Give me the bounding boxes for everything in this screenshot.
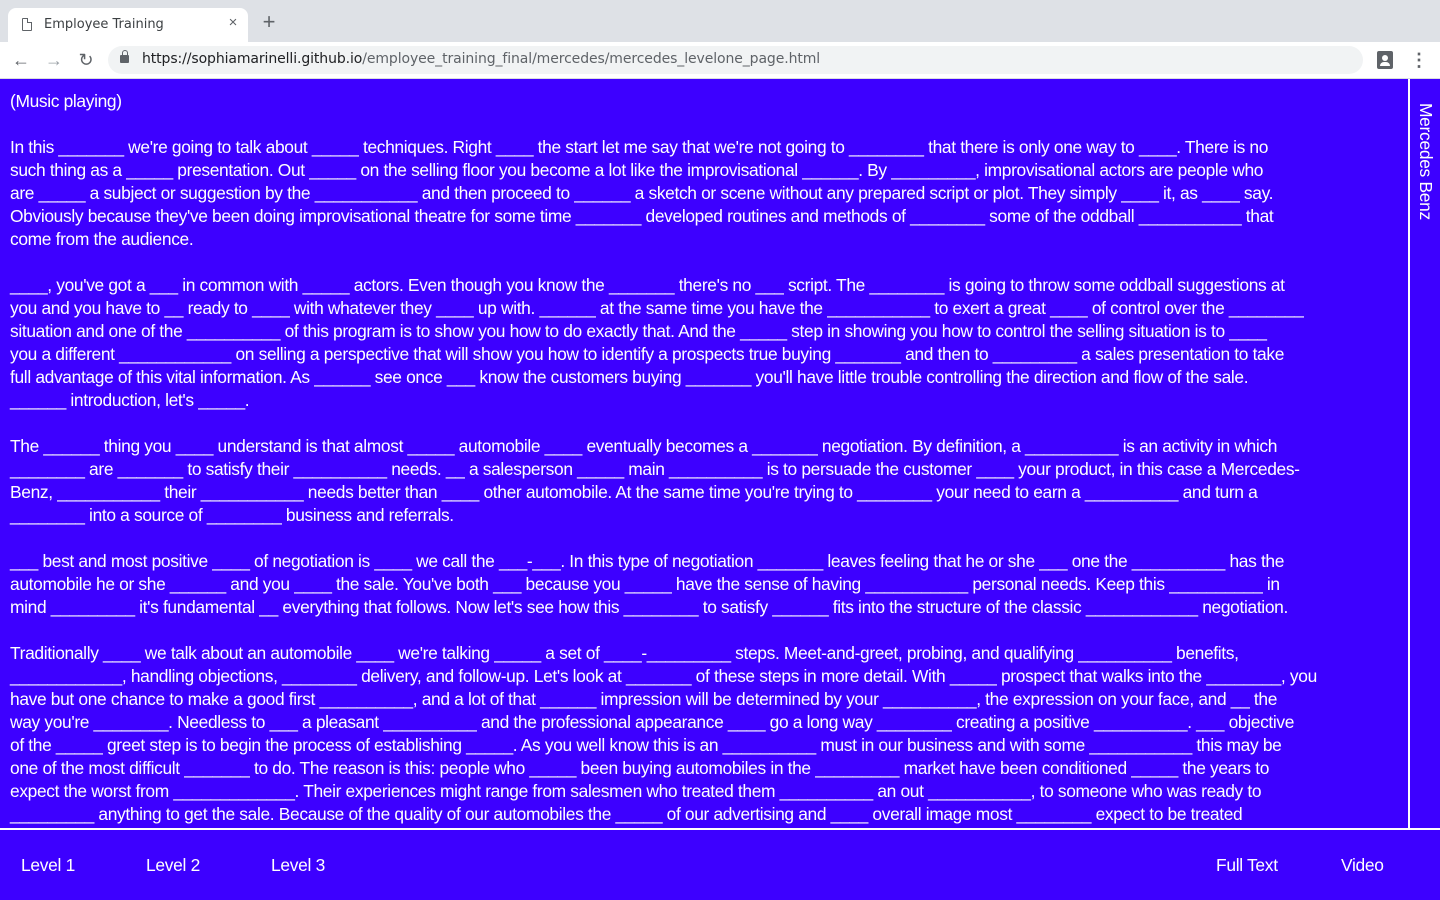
browser-tab-strip: Employee Training × + <box>0 0 1440 42</box>
transcript-line: Traditionally ____ we talk about an auto… <box>10 643 1239 663</box>
transcript-line: have but one chance to make a good first… <box>10 689 1278 709</box>
nav-level-3[interactable]: Level 3 <box>271 855 325 876</box>
transcript-line: you a different ____________ on selling … <box>10 344 1285 364</box>
transcript-line: of the _____ greet step is to begin the … <box>10 735 1282 755</box>
nav-level-1[interactable]: Level 1 <box>21 855 75 876</box>
transcript-paragraph: Traditionally ____ we talk about an auto… <box>10 642 1317 828</box>
transcript-line: expect the worst from _____________. The… <box>10 781 1262 801</box>
transcript-line: mind _________ it's fundamental __ every… <box>10 597 1288 617</box>
browser-menu-icon[interactable]: ⋮ <box>1410 50 1428 70</box>
document-icon <box>22 18 32 31</box>
transcript-paragraph: ____, you've got a ___ in common with __… <box>10 274 1304 412</box>
transcript-line: automobile he or she ______ and you ____… <box>10 574 1280 594</box>
transcript-line: ________ are _______ to satisfy their __… <box>10 459 1300 479</box>
close-tab-icon[interactable]: × <box>224 14 242 32</box>
transcript-line: you and you have to __ ready to ____ wit… <box>10 298 1304 318</box>
transcript-line: way you're ________. Needless to ___ a p… <box>10 712 1295 732</box>
transcript-line: The ______ thing you ____ understand is … <box>10 436 1278 456</box>
nav-video[interactable]: Video <box>1341 855 1384 876</box>
transcript-line: full advantage of this vital information… <box>10 367 1249 387</box>
forward-button[interactable]: → <box>42 48 66 72</box>
transcript-paragraph: The ______ thing you ____ understand is … <box>10 435 1300 527</box>
bottom-nav: Level 1 Level 2 Level 3 Full Text Video <box>0 828 1440 900</box>
transcript-line: ______ introduction, let's _____. <box>10 390 250 410</box>
reload-button[interactable]: ↻ <box>74 48 98 72</box>
lock-icon <box>120 50 129 63</box>
browser-tab[interactable]: Employee Training × <box>8 8 248 42</box>
transcript-line: come from the audience. <box>10 229 194 249</box>
transcript-line: _________ anything to get the sale. Beca… <box>10 804 1243 824</box>
transcript-content: (Music playing) In this _______ we're go… <box>0 79 1408 828</box>
side-title: Mercedes Benz <box>1416 103 1436 220</box>
transcript-paragraph: In this _______ we're going to talk abou… <box>10 136 1274 251</box>
back-button[interactable]: ← <box>9 48 33 72</box>
page: (Music playing) In this _______ we're go… <box>0 79 1440 900</box>
transcript-line: Obviously because they've been doing imp… <box>10 206 1274 226</box>
address-bar[interactable]: https://sophiamarinelli.github.io/employ… <box>108 46 1363 74</box>
transcript-line: such thing as a _____ presentation. Out … <box>10 160 1264 180</box>
transcript-line: ____________, handling objections, _____… <box>10 666 1317 686</box>
url-host: https://sophiamarinelli.github.io <box>142 51 363 67</box>
browser-toolbar: ← → ↻ https://sophiamarinelli.github.io/… <box>0 42 1440 79</box>
new-tab-button[interactable]: + <box>258 11 280 33</box>
transcript-line: In this _______ we're going to talk abou… <box>10 137 1269 157</box>
transcript-line: are _____ a subject or suggestion by the… <box>10 183 1274 203</box>
nav-level-2[interactable]: Level 2 <box>146 855 200 876</box>
url-path: /employee_training_final/mercedes/merced… <box>362 51 821 67</box>
profile-icon[interactable] <box>1377 51 1393 69</box>
transcript-line: ___ best and most positive ____ of negot… <box>10 551 1285 571</box>
transcript-line: Benz, ___________ their ___________ need… <box>10 482 1258 502</box>
transcript-line: ____, you've got a ___ in common with __… <box>10 275 1285 295</box>
transcript-line: one of the most difficult _______ to do.… <box>10 758 1270 778</box>
tab-title: Employee Training <box>44 17 164 32</box>
transcript-line: ________ into a source of ________ busin… <box>10 505 454 525</box>
url-text: https://sophiamarinelli.github.io/employ… <box>142 51 820 67</box>
side-strip: Mercedes Benz <box>1408 79 1440 828</box>
transcript-paragraph: ___ best and most positive ____ of negot… <box>10 550 1288 619</box>
transcript-line: situation and one of the __________ of t… <box>10 321 1267 341</box>
intro-text: (Music playing) <box>10 91 122 111</box>
nav-full-text[interactable]: Full Text <box>1216 855 1278 876</box>
